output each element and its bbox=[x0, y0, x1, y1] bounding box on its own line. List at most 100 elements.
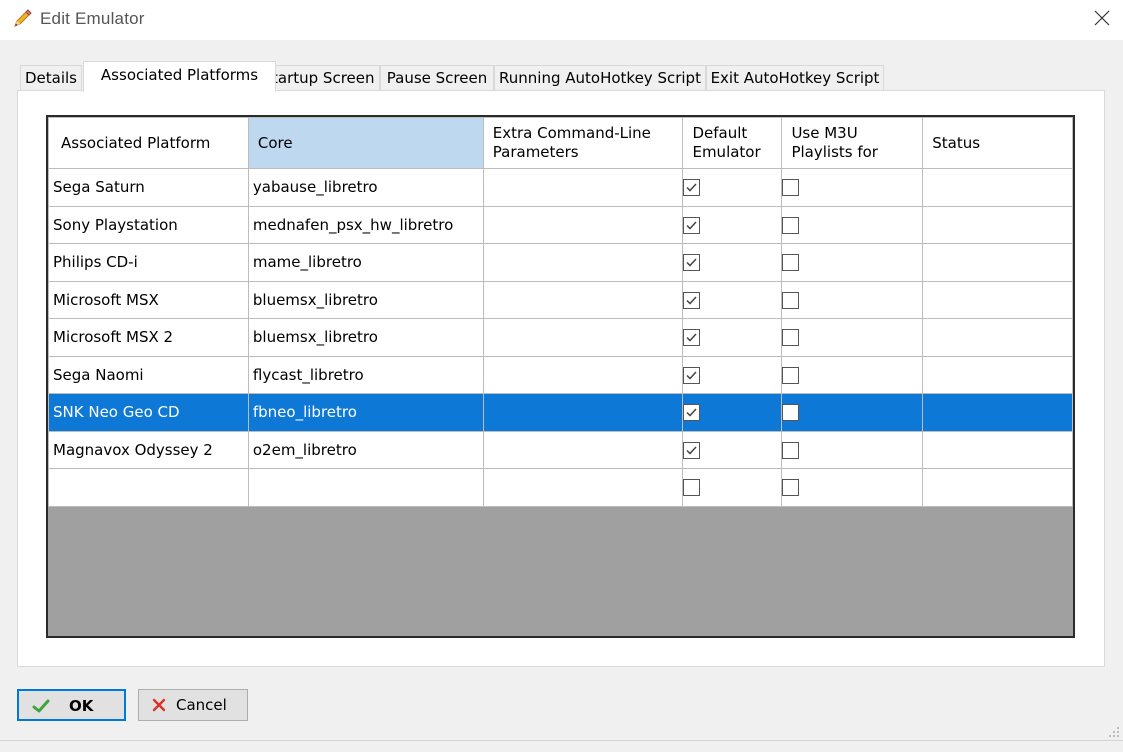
status-cell[interactable] bbox=[922, 393, 1073, 432]
core-cell[interactable]: bluemsx_libretro bbox=[247, 318, 484, 357]
table-row[interactable] bbox=[48, 468, 1073, 507]
cancel-button[interactable]: Cancel bbox=[138, 689, 248, 721]
default-emulator-checkbox[interactable] bbox=[683, 479, 701, 497]
params-cell[interactable] bbox=[482, 468, 684, 507]
status-cell[interactable] bbox=[922, 280, 1073, 319]
status-cell[interactable] bbox=[922, 318, 1073, 357]
core-cell[interactable]: flycast_libretro bbox=[247, 355, 484, 394]
core-cell[interactable]: mednafen_psx_hw_libretro bbox=[247, 205, 484, 244]
default-emulator-checkbox[interactable] bbox=[683, 291, 701, 309]
platform-cell[interactable]: Sony Playstation bbox=[48, 205, 249, 244]
m3u-cell bbox=[781, 393, 924, 432]
check-icon bbox=[686, 408, 698, 417]
table-row[interactable]: Microsoft MSX bluemsx_libretro bbox=[48, 280, 1073, 319]
default-emulator-cell bbox=[682, 205, 783, 244]
core-cell[interactable]: o2em_libretro bbox=[247, 430, 484, 469]
default-emulator-checkbox[interactable] bbox=[683, 254, 701, 272]
resize-grip-icon[interactable] bbox=[1105, 723, 1121, 739]
m3u-cell bbox=[781, 205, 924, 244]
table-row[interactable]: Sega Saturn yabause_libretro bbox=[48, 168, 1073, 207]
table-row[interactable]: Magnavox Odyssey 2 o2em_libretro bbox=[48, 430, 1073, 469]
default-emulator-checkbox[interactable] bbox=[683, 404, 701, 422]
platform-cell[interactable]: Sega Naomi bbox=[48, 355, 249, 394]
window-bottom-border bbox=[0, 740, 1123, 741]
check-icon bbox=[686, 296, 698, 305]
status-cell[interactable] bbox=[922, 243, 1073, 282]
default-emulator-cell bbox=[682, 280, 783, 319]
default-emulator-checkbox[interactable] bbox=[683, 179, 701, 197]
column-header-extra-command-line-parameters[interactable]: Extra Command-Line Parameters bbox=[482, 117, 684, 169]
table-row[interactable]: Microsoft MSX 2 bluemsx_libretro bbox=[48, 318, 1073, 357]
status-cell[interactable] bbox=[922, 168, 1073, 207]
platform-cell[interactable]: Microsoft MSX 2 bbox=[48, 318, 249, 357]
platforms-grid[interactable]: Associated Platform Core Extra Command-L… bbox=[46, 115, 1075, 638]
core-cell[interactable]: fbneo_libretro bbox=[247, 393, 484, 432]
tab-associated-platforms[interactable]: Associated Platforms bbox=[83, 61, 276, 92]
table-row[interactable]: Philips CD-i mame_libretro bbox=[48, 243, 1073, 282]
column-header-default-emulator[interactable]: Default Emulator bbox=[682, 117, 783, 169]
close-button[interactable] bbox=[1086, 3, 1120, 35]
ok-button-label: OK bbox=[69, 697, 94, 715]
m3u-checkbox[interactable] bbox=[782, 329, 800, 347]
default-emulator-cell bbox=[682, 318, 783, 357]
params-cell[interactable] bbox=[482, 318, 684, 357]
column-header-status[interactable]: Status bbox=[922, 117, 1073, 169]
status-cell[interactable] bbox=[922, 205, 1073, 244]
params-cell[interactable] bbox=[482, 205, 684, 244]
core-cell[interactable]: mame_libretro bbox=[247, 243, 484, 282]
platform-cell[interactable]: Sega Saturn bbox=[48, 168, 249, 207]
platform-cell[interactable]: Magnavox Odyssey 2 bbox=[48, 430, 249, 469]
tab-pause-screen[interactable]: Pause Screen bbox=[380, 65, 494, 90]
platform-cell[interactable]: Microsoft MSX bbox=[48, 280, 249, 319]
column-header-use-m3u-playlists[interactable]: Use M3U Playlists for bbox=[781, 117, 924, 169]
m3u-checkbox[interactable] bbox=[782, 479, 800, 497]
params-cell[interactable] bbox=[482, 430, 684, 469]
check-icon bbox=[686, 446, 698, 455]
m3u-checkbox[interactable] bbox=[782, 254, 800, 272]
check-icon bbox=[686, 371, 698, 380]
checkmark-icon bbox=[32, 699, 50, 713]
platform-cell[interactable]: Philips CD-i bbox=[48, 243, 249, 282]
window-title: Edit Emulator bbox=[40, 9, 145, 28]
header-row: Associated Platform Core Extra Command-L… bbox=[48, 117, 1073, 169]
check-icon bbox=[686, 258, 698, 267]
default-emulator-checkbox[interactable] bbox=[683, 441, 701, 459]
default-emulator-cell bbox=[682, 168, 783, 207]
params-cell[interactable] bbox=[482, 168, 684, 207]
m3u-cell bbox=[781, 318, 924, 357]
status-cell[interactable] bbox=[922, 430, 1073, 469]
params-cell[interactable] bbox=[482, 355, 684, 394]
pencil-icon bbox=[14, 9, 32, 27]
platforms-table: Associated Platform Core Extra Command-L… bbox=[48, 117, 1073, 507]
core-cell[interactable] bbox=[247, 468, 484, 507]
m3u-checkbox[interactable] bbox=[782, 179, 800, 197]
column-header-core[interactable]: Core bbox=[247, 117, 484, 169]
platform-cell[interactable] bbox=[48, 468, 249, 507]
platform-cell[interactable]: SNK Neo Geo CD bbox=[48, 393, 249, 432]
m3u-checkbox[interactable] bbox=[782, 441, 800, 459]
m3u-cell bbox=[781, 468, 924, 507]
default-emulator-checkbox[interactable] bbox=[683, 329, 701, 347]
status-cell[interactable] bbox=[922, 355, 1073, 394]
core-cell[interactable]: yabause_libretro bbox=[247, 168, 484, 207]
m3u-checkbox[interactable] bbox=[782, 291, 800, 309]
params-cell[interactable] bbox=[482, 243, 684, 282]
status-cell[interactable] bbox=[922, 468, 1073, 507]
m3u-checkbox[interactable] bbox=[782, 404, 800, 422]
default-emulator-checkbox[interactable] bbox=[683, 366, 701, 384]
tab-running-autohotkey-script[interactable]: Running AutoHotkey Script bbox=[494, 65, 706, 90]
column-header-associated-platform[interactable]: Associated Platform bbox=[48, 117, 249, 169]
ok-button[interactable]: OK bbox=[17, 689, 126, 721]
params-cell[interactable] bbox=[482, 280, 684, 319]
check-icon bbox=[686, 333, 698, 342]
core-cell[interactable]: bluemsx_libretro bbox=[247, 280, 484, 319]
table-row[interactable]: Sega Naomi flycast_libretro bbox=[48, 355, 1073, 394]
table-row[interactable]: SNK Neo Geo CD fbneo_libretro bbox=[48, 393, 1073, 432]
table-row[interactable]: Sony Playstation mednafen_psx_hw_libretro bbox=[48, 205, 1073, 244]
default-emulator-checkbox[interactable] bbox=[683, 216, 701, 234]
m3u-checkbox[interactable] bbox=[782, 366, 800, 384]
tab-details[interactable]: Details bbox=[20, 65, 82, 90]
params-cell[interactable] bbox=[482, 393, 684, 432]
tab-exit-autohotkey-script[interactable]: Exit AutoHotkey Script bbox=[706, 65, 884, 90]
m3u-checkbox[interactable] bbox=[782, 216, 800, 234]
